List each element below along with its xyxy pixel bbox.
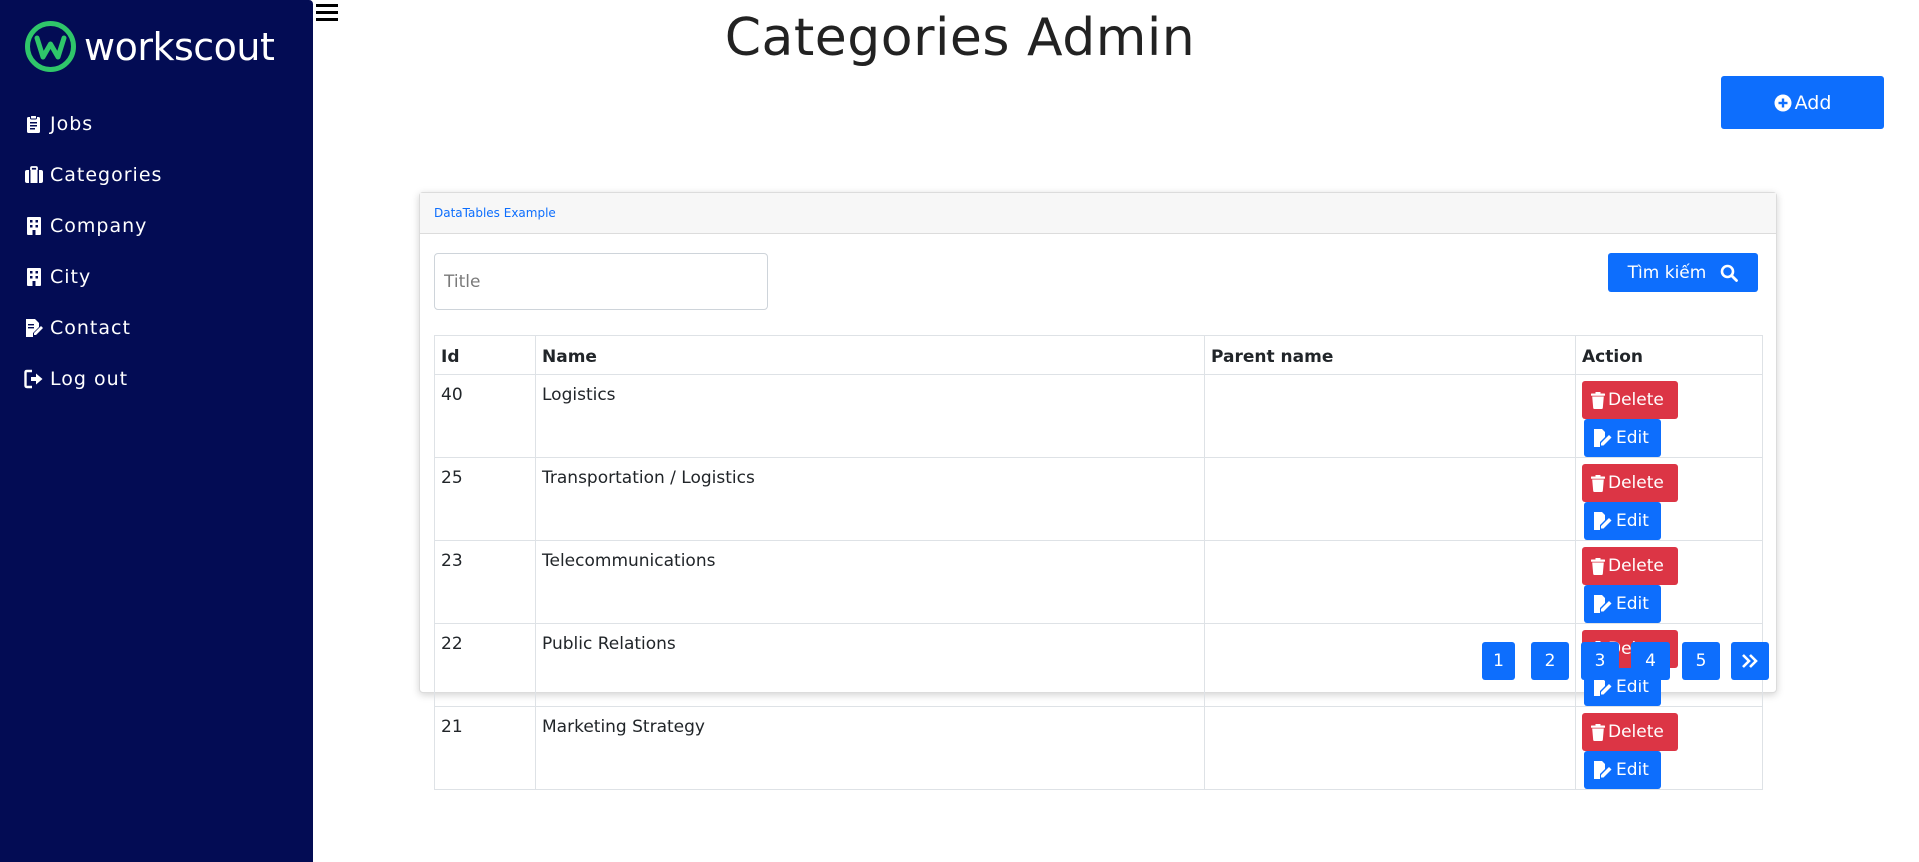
logout-icon [24, 369, 43, 388]
building-icon [27, 216, 41, 235]
delete-button[interactable]: Delete [1582, 381, 1678, 419]
card-header: DataTables Example [420, 193, 1776, 234]
sidebar-item-contact[interactable]: Contact [24, 302, 162, 353]
double-chevron-right-icon [1742, 654, 1758, 668]
cell-name: Public Relations [535, 623, 1205, 707]
cell-id: 22 [434, 623, 536, 707]
sidebar-item-company[interactable]: Company [24, 200, 162, 251]
cell-name: Telecommunications [535, 540, 1205, 624]
trash-icon [1591, 557, 1605, 575]
file-edit-icon [1594, 429, 1612, 447]
briefcase-icon [25, 165, 43, 183]
sidebar: workscout Jobs Categories Company City C… [0, 0, 313, 862]
table-header-row: Id Name Parent name Action [434, 335, 1763, 375]
column-header-parent-name[interactable]: Parent name [1204, 335, 1576, 375]
delete-button-label: Delete [1608, 473, 1664, 493]
edit-button[interactable]: Edit [1584, 419, 1661, 457]
file-signature-icon [26, 318, 43, 337]
search-button[interactable]: Tìm kiếm [1608, 253, 1758, 292]
sidebar-nav: Jobs Categories Company City Contact Log… [24, 98, 162, 404]
edit-button-label: Edit [1616, 594, 1649, 614]
file-edit-icon [1594, 678, 1612, 696]
table-row: 40 Logistics Delete Edit [434, 374, 1763, 458]
table-row: 25 Transportation / Logistics Delete Edit [434, 457, 1763, 541]
title-search-input[interactable] [434, 253, 768, 310]
card-title: DataTables Example [434, 206, 556, 220]
delete-button[interactable]: Delete [1582, 713, 1678, 751]
pagination-page-3[interactable]: 3 [1581, 642, 1619, 680]
table-body: 40 Logistics Delete Edit 25 Transportation / … [434, 374, 1763, 790]
edit-button[interactable]: Edit [1584, 751, 1661, 789]
sidebar-item-city[interactable]: City [24, 251, 162, 302]
edit-button-label: Edit [1616, 511, 1649, 531]
hamburger-menu-icon[interactable] [316, 4, 338, 24]
datatable-card: DataTables Example Tìm kiếm Id Name Pare… [419, 192, 1777, 790]
cell-id: 21 [434, 706, 536, 790]
edit-button[interactable]: Edit [1584, 502, 1661, 540]
file-edit-icon [1594, 595, 1612, 613]
delete-button-label: Delete [1608, 722, 1664, 742]
edit-button-label: Edit [1616, 428, 1649, 448]
page-title: Categories Admin [724, 8, 1196, 68]
categories-table: Id Name Parent name Action 40 Logistics De… [434, 335, 1763, 790]
search-button-label: Tìm kiếm [1627, 262, 1707, 283]
sidebar-item-label: Company [50, 214, 148, 237]
column-header-id[interactable]: Id [434, 335, 536, 375]
cell-id: 25 [434, 457, 536, 541]
column-header-action: Action [1575, 335, 1763, 375]
sidebar-item-label: Categories [50, 163, 163, 186]
delete-button[interactable]: Delete [1582, 464, 1678, 502]
edit-button[interactable]: Edit [1584, 585, 1661, 623]
search-icon [1721, 264, 1739, 282]
cell-parent-name [1204, 374, 1576, 458]
cell-name: Marketing Strategy [535, 706, 1205, 790]
brand-logo[interactable]: workscout [24, 20, 275, 73]
table-row: 21 Marketing Strategy Delete Edit [434, 706, 1763, 790]
pagination-page-5[interactable]: 5 [1682, 642, 1720, 680]
clipboard-icon [27, 114, 40, 133]
cell-id: 40 [434, 374, 536, 458]
cell-action: Delete Edit [1575, 706, 1763, 790]
add-button-label: Add [1794, 91, 1832, 114]
edit-button-label: Edit [1616, 760, 1649, 780]
column-header-name[interactable]: Name [535, 335, 1205, 375]
building-icon [27, 267, 41, 286]
trash-icon [1591, 391, 1605, 409]
cell-parent-name [1204, 706, 1576, 790]
cell-name: Logistics [535, 374, 1205, 458]
cell-id: 23 [434, 540, 536, 624]
sidebar-item-label: Jobs [50, 112, 94, 135]
pagination-next-button[interactable] [1731, 642, 1769, 680]
cell-name: Transportation / Logistics [535, 457, 1205, 541]
file-edit-icon [1594, 512, 1612, 530]
cell-action: Delete Edit [1575, 374, 1763, 458]
sidebar-item-categories[interactable]: Categories [24, 149, 162, 200]
sidebar-item-label: Contact [50, 316, 131, 339]
workscout-logo-icon [25, 21, 76, 72]
cell-parent-name [1204, 540, 1576, 624]
cell-action: Delete Edit [1575, 457, 1763, 541]
cell-parent-name [1204, 457, 1576, 541]
add-button[interactable]: Add [1721, 76, 1884, 129]
delete-button[interactable]: Delete [1582, 547, 1678, 585]
delete-button-label: Delete [1608, 390, 1664, 410]
cell-action: Delete Edit [1575, 540, 1763, 624]
table-row: 23 Telecommunications Delete Edit [434, 540, 1763, 624]
pagination-page-4[interactable]: 4 [1631, 642, 1670, 680]
delete-button-label: Delete [1608, 556, 1664, 576]
cell-parent-name [1204, 623, 1576, 707]
sidebar-item-logout[interactable]: Log out [24, 353, 162, 404]
trash-icon [1591, 723, 1605, 741]
edit-button-label: Edit [1616, 677, 1649, 697]
brand-name: workscout [84, 24, 275, 69]
trash-icon [1591, 474, 1605, 492]
file-edit-icon [1594, 761, 1612, 779]
sidebar-item-label: Log out [50, 367, 129, 390]
pagination-page-2[interactable]: 2 [1531, 642, 1569, 680]
plus-circle-icon [1774, 94, 1792, 111]
sidebar-item-jobs[interactable]: Jobs [24, 98, 162, 149]
sidebar-item-label: City [50, 265, 92, 288]
pagination-page-1[interactable]: 1 [1482, 642, 1515, 680]
